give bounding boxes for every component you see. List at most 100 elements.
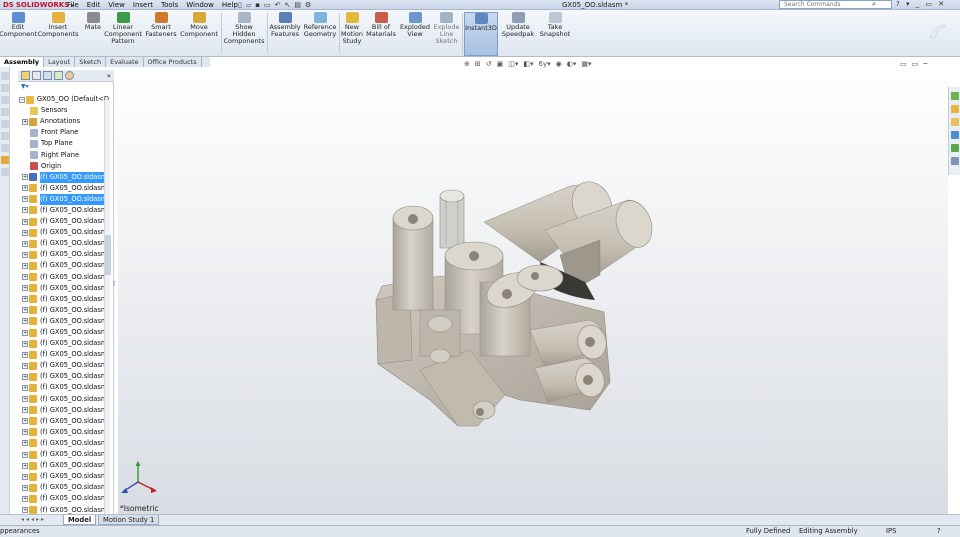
- help-icon[interactable]: ? ▾ _ ▭ ✕: [896, 0, 946, 8]
- expand-toggle-icon[interactable]: +: [22, 351, 28, 358]
- menu-view[interactable]: View: [104, 1, 129, 9]
- help-icon[interactable]: ?: [937, 526, 941, 537]
- tree-component-item[interactable]: + (f) GX05_OO.sldasm: [18, 294, 109, 305]
- tree-component-item[interactable]: + (f) GX05_OO.sldasm: [18, 305, 109, 316]
- expand-toggle-icon[interactable]: +: [22, 274, 28, 281]
- tree-component-item[interactable]: + (f) GX05_OO.sldasm: [18, 449, 109, 460]
- save-icon[interactable]: ▪: [255, 1, 260, 9]
- bill-of-materials-button[interactable]: Bill of Materials: [366, 12, 396, 38]
- edit-component-button[interactable]: Edit Component: [0, 12, 37, 38]
- tool-icon[interactable]: [1, 96, 9, 104]
- scroll-thumb[interactable]: [105, 235, 111, 275]
- linear-pattern-button[interactable]: Linear Component Pattern: [104, 12, 142, 45]
- undo-icon[interactable]: ↶: [275, 1, 281, 9]
- expand-toggle-icon[interactable]: +: [22, 362, 28, 369]
- tree-component-item[interactable]: + (f) GX05_OO.sldasm: [18, 416, 109, 427]
- tree-component-item[interactable]: + (f) GX05_OO.sldasm: [18, 272, 109, 283]
- hide-show-items-icon[interactable]: 6y▾: [539, 60, 551, 68]
- design-library-icon[interactable]: [951, 105, 959, 113]
- mate-button[interactable]: Mate: [82, 12, 104, 31]
- expand-toggle-icon[interactable]: +: [22, 174, 28, 181]
- more-tabs-icon[interactable]: »: [107, 72, 111, 80]
- tab-assembly[interactable]: Assembly: [0, 57, 45, 67]
- configuration-manager-tab-icon[interactable]: [43, 71, 52, 80]
- reference-geometry-button[interactable]: Reference Geometry: [303, 12, 337, 38]
- expand-toggle-icon[interactable]: +: [22, 407, 28, 414]
- expand-toggle-icon[interactable]: +: [22, 451, 28, 458]
- open-icon[interactable]: ▱: [246, 1, 251, 9]
- expand-toggle-icon[interactable]: −: [19, 96, 25, 103]
- tree-component-item[interactable]: + (f) GX05_OO.sldasm: [18, 238, 109, 249]
- new-icon[interactable]: ▯: [238, 1, 242, 9]
- tree-component-item[interactable]: + (f) GX05_OO.sldasm: [18, 227, 109, 238]
- tree-component-item[interactable]: + (f) GX05_OO.sldasm: [18, 493, 109, 504]
- tab-model[interactable]: Model: [63, 515, 97, 525]
- tree-component-item[interactable]: + (f) GX05_OO.sldasm: [18, 394, 109, 405]
- tool-icon[interactable]: [1, 72, 9, 80]
- tree-component-item[interactable]: + (f) GX05_OO.sldasm: [18, 327, 109, 338]
- expand-toggle-icon[interactable]: +: [22, 507, 28, 514]
- tool-icon[interactable]: [1, 84, 9, 92]
- tree-component-item[interactable]: + (f) GX05_OO.sldasm: [18, 438, 109, 449]
- tree-component-item[interactable]: + (f) GX05_OO.sldasm: [18, 216, 109, 227]
- solidworks-resources-icon[interactable]: [951, 92, 959, 100]
- expand-toggle-icon[interactable]: +: [22, 462, 28, 469]
- display-style-icon[interactable]: ◧▾: [523, 60, 533, 68]
- assembly-features-button[interactable]: Assembly Features: [268, 12, 302, 38]
- expand-toggle-icon[interactable]: +: [22, 307, 28, 314]
- tree-component-item[interactable]: + (f) GX05_OO.sldasm: [18, 283, 109, 294]
- instant3d-button[interactable]: Instant3D: [464, 12, 498, 56]
- section-view-icon[interactable]: ▣: [497, 60, 504, 68]
- dimxpert-tab-icon[interactable]: [54, 71, 63, 80]
- expand-toggle-icon[interactable]: +: [22, 229, 28, 236]
- tree-component-item[interactable]: + (f) GX05_OO.sldasm: [18, 482, 109, 493]
- expand-toggle-icon[interactable]: +: [22, 384, 28, 391]
- tree-component-item[interactable]: + (f) GX05_OO.sldasm: [18, 427, 109, 438]
- view-settings-icon[interactable]: ▦▾: [581, 60, 591, 68]
- tree-component-item[interactable]: + (f) GX05_OO.sldasm: [18, 316, 109, 327]
- smart-fasteners-button[interactable]: Smart Fasteners: [145, 12, 177, 38]
- rebuild-icon[interactable]: ▤: [294, 1, 301, 9]
- tree-item[interactable]: Front Plane: [18, 127, 109, 138]
- zoom-to-area-icon[interactable]: ⊞: [475, 60, 481, 68]
- tree-component-item[interactable]: + (f) GX05_OO.sldasm: [18, 171, 109, 183]
- insert-components-button[interactable]: Insert Components: [37, 12, 79, 38]
- expand-toggle-icon[interactable]: +: [22, 473, 28, 480]
- expand-toggle-icon[interactable]: +: [22, 118, 28, 125]
- expand-toggle-icon[interactable]: +: [22, 296, 28, 303]
- property-manager-tab-icon[interactable]: [32, 71, 41, 80]
- search-icon[interactable]: ⌕: [872, 0, 876, 9]
- options-icon[interactable]: ⚙: [305, 1, 311, 9]
- tree-scrollbar[interactable]: [104, 100, 111, 515]
- expand-toggle-icon[interactable]: +: [22, 251, 28, 258]
- tree-item[interactable]: Top Plane: [18, 138, 109, 149]
- expand-toggle-icon[interactable]: +: [22, 262, 28, 269]
- tree-component-item[interactable]: + (f) GX05_OO.sldasm: [18, 249, 109, 260]
- graphics-area[interactable]: [118, 70, 948, 514]
- tree-item[interactable]: Sensors: [18, 105, 109, 116]
- expand-toggle-icon[interactable]: +: [22, 329, 28, 336]
- feature-manager-tab-icon[interactable]: [21, 71, 30, 80]
- expand-toggle-icon[interactable]: +: [22, 440, 28, 447]
- menu-edit[interactable]: Edit: [83, 1, 105, 9]
- expand-toggle-icon[interactable]: +: [22, 285, 28, 292]
- tab-evaluate[interactable]: Evaluate: [106, 57, 144, 67]
- tab-layout[interactable]: Layout: [44, 57, 76, 67]
- tree-component-item[interactable]: + (f) GX05_OO.sldasm: [18, 471, 109, 482]
- print-icon[interactable]: ▭: [264, 1, 271, 9]
- expand-toggle-icon[interactable]: +: [22, 185, 28, 192]
- tree-root-assembly[interactable]: − GX05_OO (Default<D: [18, 94, 109, 105]
- zoom-to-fit-icon[interactable]: ⊕: [464, 60, 470, 68]
- tool-icon[interactable]: [1, 156, 9, 164]
- apply-scene-icon[interactable]: ◐▾: [567, 60, 577, 68]
- expand-toggle-icon[interactable]: +: [22, 318, 28, 325]
- move-component-button[interactable]: Move Component: [180, 12, 218, 38]
- show-hidden-button[interactable]: Show Hidden Components: [223, 12, 265, 45]
- select-icon[interactable]: ↖: [285, 1, 291, 9]
- tab-office-products[interactable]: Office Products: [144, 57, 202, 67]
- tab-navigation-arrows[interactable]: ◂◂◂▸▸: [21, 516, 46, 523]
- edit-appearance-icon[interactable]: ◉: [556, 60, 562, 68]
- tab-sketch[interactable]: Sketch: [75, 57, 107, 67]
- tool-icon[interactable]: [1, 120, 9, 128]
- tree-component-item[interactable]: + (f) GX05_OO.sldasm: [18, 460, 109, 471]
